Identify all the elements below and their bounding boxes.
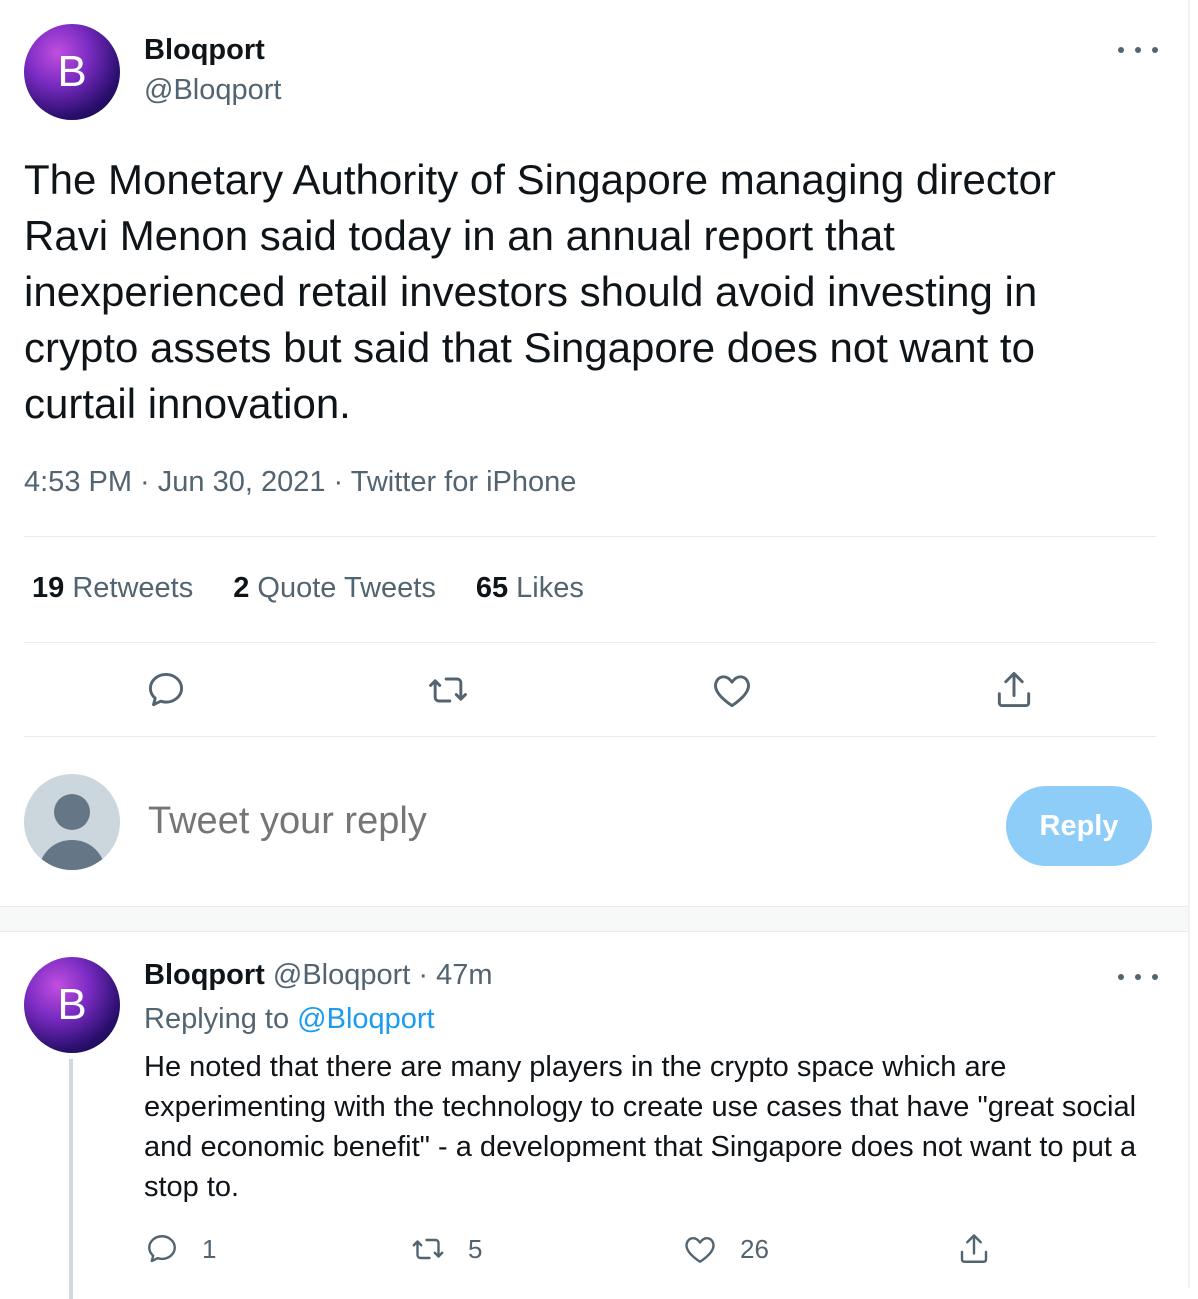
quote-tweets-stat[interactable]: 2 Quote Tweets	[233, 572, 436, 605]
display-name[interactable]: Bloqport	[144, 34, 265, 67]
tweet-text: The Monetary Authority of Singapore mana…	[24, 156, 1056, 427]
likes-label: Likes	[516, 572, 584, 604]
reply-tweet: B Bloqport @Bloqport · 47m Replying to @…	[0, 931, 1188, 1299]
retweets-label: Retweets	[72, 572, 194, 604]
handle-time[interactable]: @Bloqport · 47m	[273, 959, 493, 991]
display-name[interactable]: Bloqport	[144, 959, 265, 991]
reply-icon	[148, 1235, 176, 1263]
more-options-icon[interactable]	[1118, 40, 1158, 60]
column-border	[1188, 0, 1190, 1288]
tweet-meta[interactable]: 4:53 PM · Jun 30, 2021 · Twitter for iPh…	[24, 466, 576, 499]
retweets-stat[interactable]: 19 Retweets	[32, 572, 193, 605]
tweet-stats: 19 Retweets 2 Quote Tweets 65 Likes	[32, 572, 584, 605]
retweet-icon	[412, 1238, 444, 1260]
like-count: 26	[740, 1233, 769, 1264]
avatar[interactable]: B	[24, 957, 120, 1053]
like-action[interactable]: 26	[682, 1231, 769, 1267]
avatar-letter: B	[57, 980, 87, 1029]
retweets-count: 19	[32, 572, 65, 604]
divider	[24, 736, 1156, 737]
quotes-label: Quote Tweets	[257, 572, 436, 604]
more-options-icon[interactable]	[1118, 967, 1158, 987]
main-tweet: B Bloqport @Bloqport The Monetary Author…	[0, 0, 1188, 905]
reply-composer: Reply	[0, 760, 1188, 900]
avatar[interactable]: B	[24, 24, 120, 120]
default-avatar-icon[interactable]	[24, 774, 120, 870]
retweet-action[interactable]: 5	[410, 1231, 482, 1267]
divider	[24, 536, 1156, 537]
section-separator	[0, 906, 1188, 932]
reply-icon[interactable]	[144, 668, 188, 712]
replying-handle-link[interactable]: @Bloqport	[297, 1003, 434, 1035]
reply-button[interactable]: Reply	[1006, 786, 1152, 866]
retweet-icon[interactable]	[426, 668, 470, 712]
replying-prefix: Replying to	[144, 1003, 290, 1035]
reply-input[interactable]	[148, 800, 948, 843]
avatar-letter: B	[57, 47, 87, 96]
reply-action[interactable]: 1	[144, 1231, 216, 1267]
share-icon	[960, 1234, 988, 1263]
reply-count: 1	[202, 1233, 217, 1264]
thread-line	[69, 1059, 73, 1299]
likes-count: 65	[475, 572, 509, 604]
like-icon	[685, 1237, 715, 1263]
like-icon[interactable]	[710, 668, 754, 712]
handle[interactable]: @Bloqport	[144, 74, 281, 107]
share-icon[interactable]	[992, 668, 1036, 712]
likes-stat[interactable]: 65 Likes	[476, 572, 584, 605]
reply-text: He noted that there are many players in …	[144, 1051, 1137, 1203]
quotes-count: 2	[233, 572, 250, 604]
replying-to: Replying to @Bloqport	[144, 1003, 435, 1036]
share-action[interactable]	[956, 1231, 992, 1267]
divider	[24, 642, 1156, 643]
action-bar	[24, 660, 1156, 720]
reply-action-bar: 1 5 26	[144, 1231, 1044, 1271]
reply-header: Bloqport @Bloqport · 47m	[144, 959, 493, 992]
retweet-count: 5	[468, 1233, 483, 1264]
